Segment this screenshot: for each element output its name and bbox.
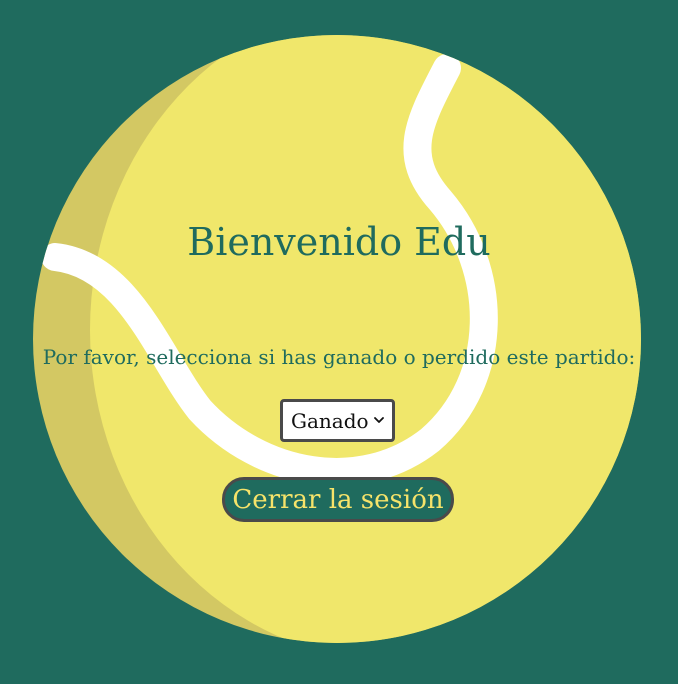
- result-select-value: Ganado: [291, 409, 369, 433]
- chevron-down-icon: [374, 417, 384, 423]
- page-title: Bienvenido Edu: [187, 220, 491, 264]
- result-prompt: Por favor, selecciona si has ganado o pe…: [42, 345, 636, 369]
- logout-button[interactable]: Cerrar la sesión: [222, 477, 454, 522]
- login-panel: Bienvenido Edu Por favor, selecciona si …: [0, 0, 678, 684]
- result-select[interactable]: Ganado: [280, 399, 395, 442]
